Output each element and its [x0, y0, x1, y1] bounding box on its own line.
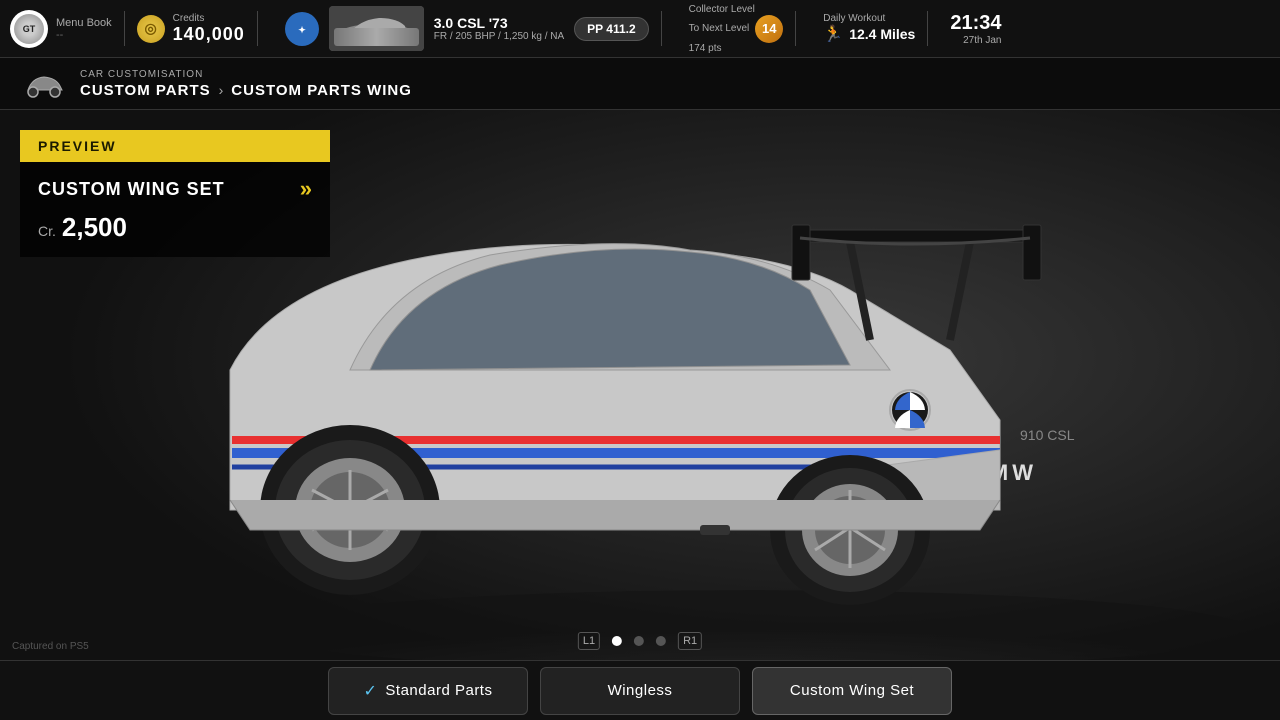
gt-logo-inner — [14, 14, 44, 44]
svg-text:910 CSL: 910 CSL — [1020, 427, 1075, 443]
menu-book-sub: -- — [56, 29, 112, 41]
car-thumbnail — [329, 6, 424, 51]
time-display: 21:34 — [950, 12, 1001, 35]
breadcrumb-bar: CAR CUSTOMISATION CUSTOM PARTS › CUSTOM … — [0, 58, 1280, 110]
date-display: 27th Jan — [963, 35, 1001, 46]
standard-parts-label: Standard Parts — [385, 682, 492, 699]
check-icon: ✓ — [364, 681, 378, 701]
credits-info: Credits 140,000 — [173, 13, 245, 45]
divider-2 — [257, 11, 258, 46]
time-section: 21:34 27th Jan — [950, 12, 1001, 46]
custom-wing-set-btn[interactable]: Custom Wing Set — [752, 667, 952, 715]
breadcrumb-items: CUSTOM PARTS › CUSTOM PARTS WING — [80, 82, 412, 99]
car-service-icon: ✦ — [292, 19, 312, 39]
double-chevron-icon: » — [300, 176, 312, 202]
price-cr-label: Cr. — [38, 223, 56, 239]
wingless-btn[interactable]: Wingless — [540, 667, 740, 715]
car-name: 3.0 CSL '73 — [434, 15, 564, 31]
carousel-right-btn[interactable]: R1 — [678, 632, 702, 650]
divider-4 — [795, 11, 796, 46]
breadcrumb-col: CAR CUSTOMISATION CUSTOM PARTS › CUSTOM … — [80, 69, 412, 99]
car-thumbnail-svg — [329, 6, 424, 51]
dot-2 — [634, 636, 644, 646]
credits-section: ◎ Credits 140,000 — [137, 13, 245, 45]
car-details: 3.0 CSL '73 FR / 205 BHP / 1,250 kg / NA — [434, 15, 564, 42]
preview-content: CUSTOM WING SET » Cr. 2,500 — [20, 162, 330, 257]
menu-book-text: Menu Book -- — [56, 17, 112, 41]
breadcrumb-section-label: CAR CUSTOMISATION — [80, 69, 412, 80]
breadcrumb-item-1[interactable]: CUSTOM PARTS — [80, 82, 211, 99]
collector-label: Collector Level — [689, 4, 784, 15]
collector-pts: 174 pts — [689, 43, 784, 54]
collector-section: Collector Level To Next Level 14 174 pts — [689, 4, 784, 54]
divider-5 — [927, 11, 928, 46]
svg-text:✦: ✦ — [298, 25, 306, 35]
dot-1 — [612, 636, 622, 646]
pp-badge: PP 411.2 — [574, 17, 649, 41]
top-bar: Menu Book -- ◎ Credits 140,000 ✦ — [0, 0, 1280, 58]
credits-amount: 140,000 — [173, 24, 245, 45]
carousel-dots: L1 R1 — [578, 632, 702, 650]
collector-next-level: To Next Level — [689, 23, 750, 34]
menu-book[interactable]: Menu Book -- — [10, 10, 112, 48]
daily-workout-label: Daily Workout — [823, 13, 915, 24]
collector-row: To Next Level 14 — [689, 15, 784, 43]
preview-label: PREVIEW — [20, 130, 330, 162]
dot-3 — [656, 636, 666, 646]
credits-coin-icon: ◎ — [137, 15, 165, 43]
car-customisation-icon — [20, 68, 68, 100]
car-section: ✦ 3.0 CSL '73 FR / 205 BHP / 1,250 kg / … — [285, 6, 564, 51]
price-row: Cr. 2,500 — [38, 212, 312, 243]
credits-label: Credits — [173, 13, 245, 24]
bottom-bar: ✓ Standard Parts Wingless Custom Wing Se… — [0, 660, 1280, 720]
captured-text: Captured on PS5 — [12, 641, 89, 652]
carousel-left-btn[interactable]: L1 — [578, 632, 600, 650]
preview-panel: PREVIEW CUSTOM WING SET » Cr. 2,500 — [20, 130, 330, 257]
car-icon: ✦ — [285, 12, 319, 46]
custom-wing-set-label: Custom Wing Set — [790, 682, 914, 699]
breadcrumb-arrow: › — [219, 82, 224, 98]
divider-3 — [661, 11, 662, 46]
divider-1 — [124, 11, 125, 46]
standard-parts-btn[interactable]: ✓ Standard Parts — [328, 667, 528, 715]
breadcrumb-item-2: CUSTOM PARTS WING — [231, 82, 412, 99]
car-display: BMW — [0, 110, 1280, 660]
wing-set-name: CUSTOM WING SET — [38, 179, 225, 200]
menu-book-label: Menu Book — [56, 17, 112, 29]
wing-set-row: CUSTOM WING SET » — [38, 176, 312, 202]
runner-icon: 🏃 — [823, 24, 843, 44]
gt-logo — [10, 10, 48, 48]
daily-workout-section: Daily Workout 🏃 12.4 Miles — [823, 13, 915, 44]
wingless-label: Wingless — [608, 682, 673, 699]
daily-workout-miles: 12.4 Miles — [849, 26, 915, 42]
car-specs: FR / 205 BHP / 1,250 kg / NA — [434, 31, 564, 42]
collector-level-badge: 14 — [755, 15, 783, 43]
workout-row: 🏃 12.4 Miles — [823, 24, 915, 44]
price-amount: 2,500 — [62, 212, 127, 243]
main-content: BMW — [0, 110, 1280, 660]
